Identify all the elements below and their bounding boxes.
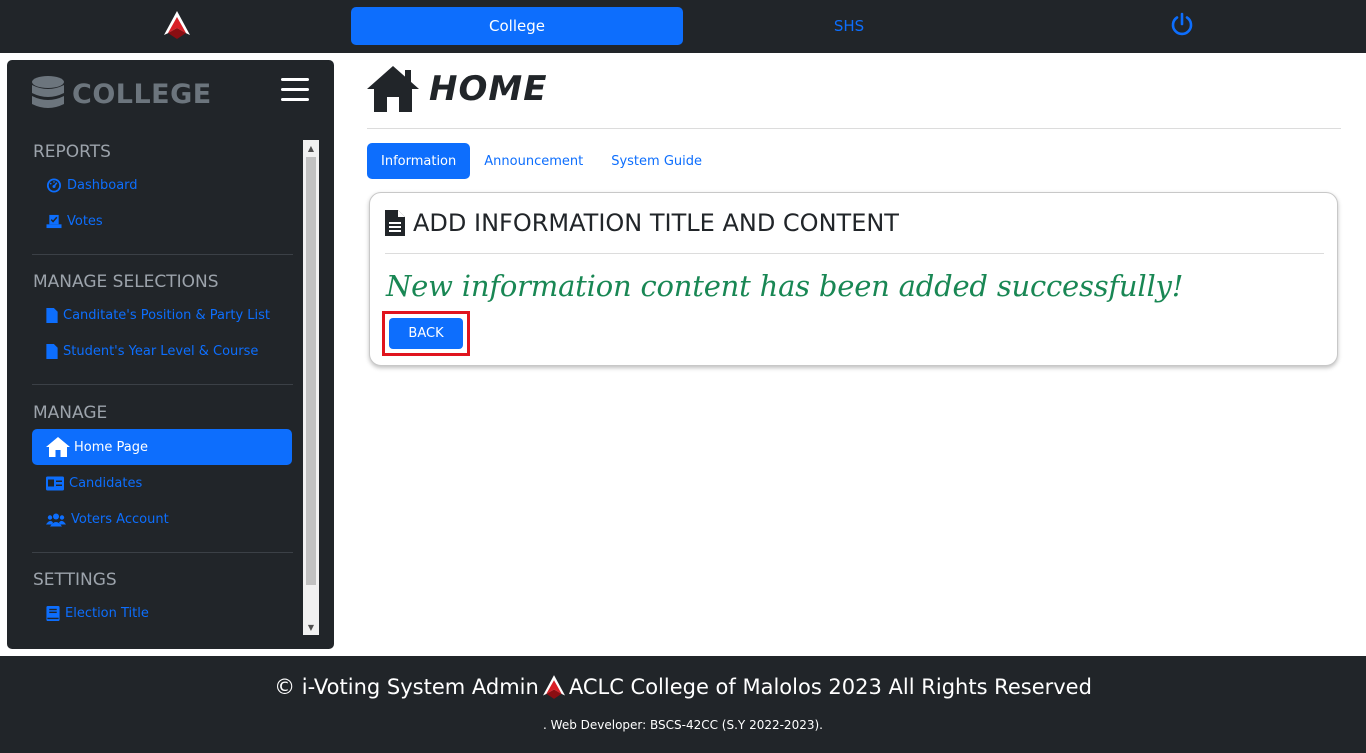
sidebar-menu: REPORTS Dashboard Votes MANAGE SELECTION…: [32, 142, 294, 642]
section-title-manage-selections: MANAGE SELECTIONS: [33, 272, 219, 292]
footer-left-text: © i-Voting System Admin: [274, 675, 539, 699]
information-card: ADD INFORMATION TITLE AND CONTENT New in…: [369, 192, 1338, 366]
nav-shs-link[interactable]: SHS: [683, 7, 1015, 45]
section-title-settings: SETTINGS: [33, 570, 117, 590]
sidebar-item-election-title[interactable]: Election Title: [46, 606, 149, 621]
tab-announcement[interactable]: Announcement: [470, 143, 597, 179]
section-title-reports: REPORTS: [33, 142, 111, 162]
sidebar-item-label: Student's Year Level & Course: [63, 344, 259, 359]
aclc-logo-icon: [542, 675, 565, 699]
card-header: ADD INFORMATION TITLE AND CONTENT: [385, 209, 899, 237]
sidebar-item-label: Candidates: [69, 476, 143, 491]
top-navbar: College SHS: [0, 0, 1366, 53]
sidebar-scrollbar[interactable]: ▲ ▼: [303, 140, 319, 635]
sidebar-item-label: Home Page: [74, 439, 148, 455]
home-icon: [367, 66, 419, 112]
power-icon[interactable]: [1170, 12, 1194, 36]
vote-box-icon: [46, 214, 62, 229]
sidebar-divider: [32, 384, 293, 385]
footer-developer-credit: . Web Developer: BSCS-42CC (S.Y 2022-202…: [543, 718, 823, 732]
sidebar-brand: COLLEGE: [32, 74, 212, 114]
sidebar-item-label: Election Title: [65, 606, 149, 621]
database-icon: [32, 76, 64, 108]
sidebar-brand-label: COLLEGE: [72, 78, 212, 110]
section-title-manage: MANAGE: [33, 403, 108, 423]
scroll-up-arrow-icon[interactable]: ▲: [303, 140, 319, 156]
back-button-highlight: BACK: [382, 311, 470, 356]
footer-right-text: ACLC College of Malolos 2023 All Rights …: [568, 675, 1092, 699]
scroll-down-arrow-icon[interactable]: ▼: [303, 619, 319, 635]
gauge-icon: [46, 178, 62, 193]
book-icon: [46, 606, 60, 621]
file-icon: [46, 308, 58, 323]
sidebar-divider: [32, 254, 293, 255]
file-text-icon: [385, 210, 405, 236]
sidebar-item-home-page[interactable]: Home Page: [32, 429, 292, 465]
nav-college-button[interactable]: College: [351, 7, 683, 45]
footer: © i-Voting System Admin ACLC College of …: [0, 656, 1366, 753]
sidebar-item-label: Dashboard: [67, 178, 138, 193]
sidebar-item-candidates[interactable]: Candidates: [46, 476, 142, 491]
sidebar-item-label: Voters Account: [71, 512, 169, 527]
file-icon: [46, 344, 58, 359]
tab-bar: Information Announcement System Guide: [367, 143, 716, 179]
sidebar-divider: [32, 552, 293, 553]
card-heading: ADD INFORMATION TITLE AND CONTENT: [413, 209, 899, 237]
home-icon: [46, 437, 70, 457]
sidebar-item-voters-account[interactable]: Voters Account: [46, 512, 169, 527]
sidebar-item-year-level-course[interactable]: Student's Year Level & Course: [46, 344, 258, 359]
sidebar-item-position-party-list[interactable]: Canditate's Position & Party List: [46, 308, 270, 323]
sidebar-item-label: Votes: [67, 214, 103, 229]
card-divider: [385, 253, 1324, 254]
tab-information[interactable]: Information: [367, 143, 471, 179]
success-message: New information content has been added s…: [386, 269, 1184, 303]
menu-toggle-icon[interactable]: [281, 78, 309, 102]
sidebar-item-dashboard[interactable]: Dashboard: [46, 178, 138, 193]
footer-copyright: © i-Voting System Admin ACLC College of …: [0, 675, 1366, 699]
id-card-icon: [46, 476, 64, 491]
sidebar-item-votes[interactable]: Votes: [46, 214, 103, 229]
back-button[interactable]: BACK: [389, 318, 463, 349]
tab-system-guide[interactable]: System Guide: [597, 143, 716, 179]
users-icon: [46, 513, 66, 527]
title-divider: [367, 128, 1341, 129]
scroll-thumb[interactable]: [306, 157, 316, 585]
sidebar: COLLEGE REPORTS Dashboard Votes MANAGE S…: [7, 60, 334, 649]
page-title: HOME: [367, 66, 547, 112]
aclc-logo-icon[interactable]: [164, 11, 190, 39]
sidebar-item-label: Canditate's Position & Party List: [63, 308, 271, 323]
page-title-text: HOME: [429, 69, 548, 109]
